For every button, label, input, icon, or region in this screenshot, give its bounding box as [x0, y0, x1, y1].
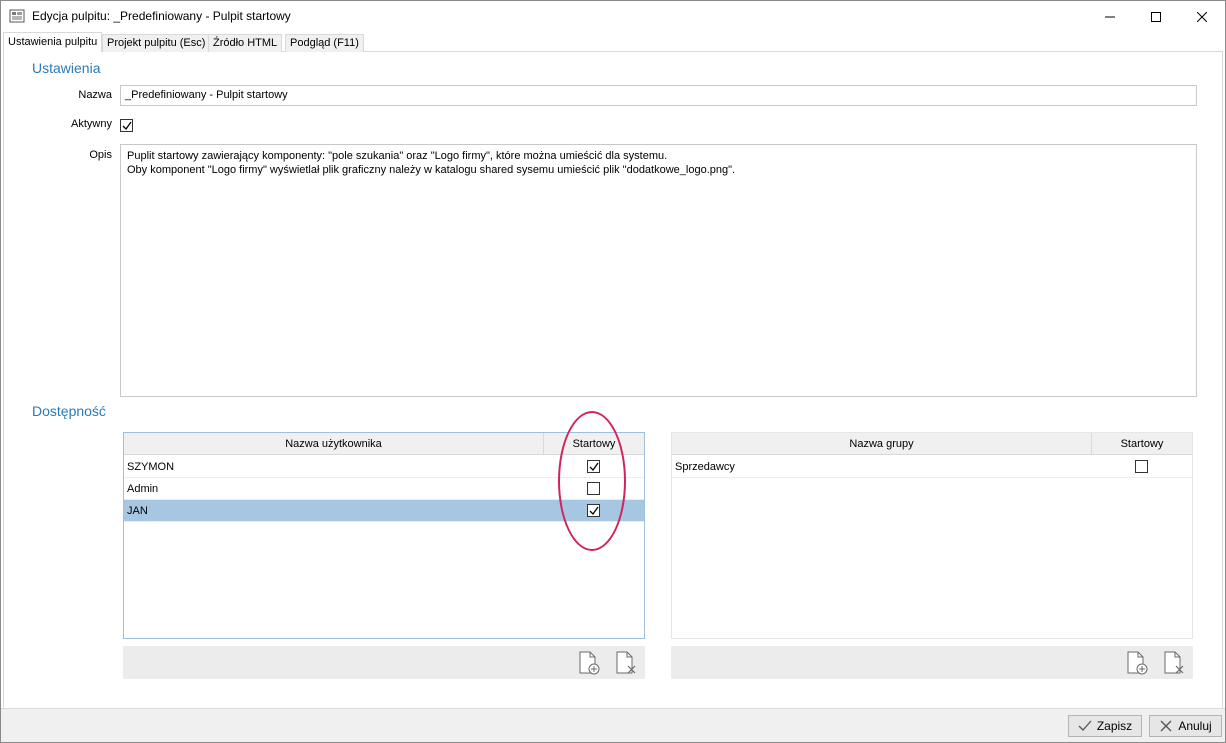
close-icon — [1197, 11, 1207, 22]
description-label: Opis — [89, 149, 112, 161]
dashboard-edit-icon — [9, 8, 25, 24]
table-row[interactable]: SZYMON — [124, 456, 644, 478]
checkmark-icon — [122, 121, 132, 131]
add-document-icon[interactable] — [1124, 650, 1150, 676]
startowy-checkbox[interactable] — [587, 504, 600, 517]
tab-preview[interactable]: Podgląd (F11) — [285, 34, 364, 52]
groups-toolbar — [671, 646, 1193, 679]
user-name-cell: Admin — [127, 483, 159, 495]
cancel-button-label: Anuluj — [1178, 719, 1212, 733]
close-button[interactable] — [1179, 1, 1225, 32]
active-label: Aktywny — [71, 118, 112, 130]
window-title: Edycja pulpitu: _Predefiniowany - Pulpit… — [32, 9, 291, 23]
column-header-startowy[interactable]: Startowy — [544, 433, 644, 455]
user-name-cell: JAN — [127, 505, 148, 517]
tab-dashboard-project[interactable]: Projekt pulpitu (Esc) — [102, 34, 211, 52]
table-row[interactable]: Admin — [124, 478, 644, 500]
settings-panel: Ustawienia Nazwa _Predefiniowany - Pulpi… — [3, 52, 1223, 708]
availability-section-title: Dostępność — [32, 403, 106, 419]
active-checkbox[interactable] — [120, 119, 133, 132]
maximize-icon — [1151, 11, 1161, 22]
column-header-startowy[interactable]: Startowy — [1092, 433, 1192, 455]
remove-document-icon[interactable] — [613, 650, 639, 676]
checkmark-icon — [589, 506, 599, 516]
title-bar: Edycja pulpitu: _Predefiniowany - Pulpit… — [1, 1, 1225, 32]
users-toolbar — [123, 646, 645, 679]
checkmark-icon — [1078, 719, 1092, 733]
checkmark-icon — [589, 462, 599, 472]
remove-document-icon[interactable] — [1161, 650, 1187, 676]
add-document-icon[interactable] — [576, 650, 602, 676]
startowy-checkbox[interactable] — [587, 460, 600, 473]
save-button[interactable]: Zapisz — [1068, 715, 1142, 737]
startowy-checkbox[interactable] — [587, 482, 600, 495]
edit-dashboard-window: Edycja pulpitu: _Predefiniowany - Pulpit… — [0, 0, 1226, 743]
maximize-button[interactable] — [1133, 1, 1179, 32]
startowy-checkbox[interactable] — [1135, 460, 1148, 473]
tab-dashboard-settings[interactable]: Ustawienia pulpitu — [3, 32, 103, 52]
users-table: Nazwa użytkownika Startowy SZYMON Admin … — [123, 432, 645, 639]
settings-section-title: Ustawienia — [32, 60, 101, 76]
description-textarea[interactable]: Puplit startowy zawierający komponenty: … — [120, 144, 1197, 397]
column-header-username[interactable]: Nazwa użytkownika — [124, 433, 544, 455]
name-label: Nazwa — [78, 89, 112, 101]
minimize-button[interactable] — [1087, 1, 1133, 32]
column-header-group-name[interactable]: Nazwa grupy — [672, 433, 1092, 455]
tab-strip: Ustawienia pulpitu Projekt pulpitu (Esc)… — [3, 32, 1223, 52]
tab-html-source[interactable]: Źródło HTML — [208, 34, 283, 52]
group-name-cell: Sprzedawcy — [675, 461, 735, 473]
users-table-header: Nazwa użytkownika Startowy — [124, 433, 644, 455]
dialog-footer: Zapisz Anuluj — [1, 708, 1225, 742]
close-icon — [1159, 719, 1173, 733]
user-name-cell: SZYMON — [127, 461, 175, 473]
groups-table: Nazwa grupy Startowy Sprzedawcy — [671, 432, 1193, 639]
table-row[interactable]: JAN — [124, 500, 644, 522]
minimize-icon — [1105, 16, 1115, 17]
groups-table-header: Nazwa grupy Startowy — [672, 433, 1192, 455]
description-line: Oby komponent "Logo firmy" wyświetlał pl… — [127, 164, 736, 176]
description-line: Puplit startowy zawierający komponenty: … — [127, 150, 668, 162]
table-row[interactable]: Sprzedawcy — [672, 456, 1192, 478]
name-input[interactable]: _Predefiniowany - Pulpit startowy — [120, 85, 1197, 106]
cancel-button[interactable]: Anuluj — [1149, 715, 1222, 737]
save-button-label: Zapisz — [1096, 719, 1133, 733]
